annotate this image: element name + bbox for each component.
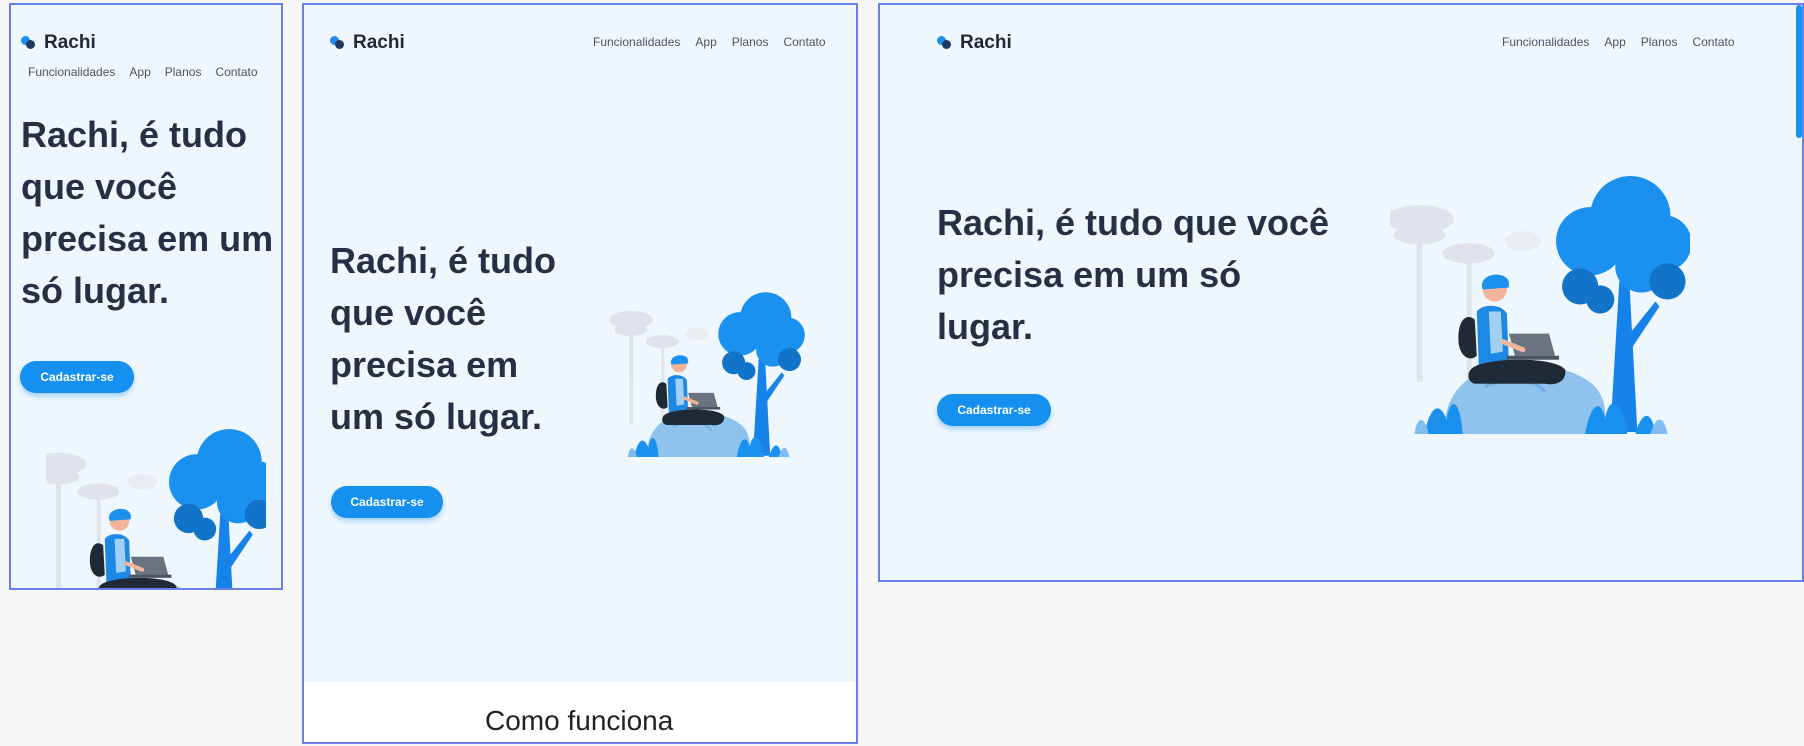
main-nav: Funcionalidades App Planos Contato: [28, 65, 258, 79]
hero-title: Rachi, é tudo que você precisa em um só …: [330, 240, 557, 437]
brand-name: Rachi: [960, 32, 1012, 53]
nav-item-app[interactable]: App: [1604, 35, 1625, 49]
hero-illustration: [1390, 171, 1690, 434]
frame-tab: [888, 3, 914, 5]
hero-title: Rachi, é tudo que você precisa em um só …: [937, 202, 1330, 347]
logo-icon: [330, 35, 346, 51]
hero-illustration: [609, 290, 807, 457]
nav-item-planos[interactable]: Planos: [732, 35, 769, 49]
signup-button[interactable]: Cadastrar-se: [20, 361, 134, 393]
viewport-desktop: Rachi Funcionalidades App Planos Contato…: [878, 3, 1804, 582]
nav-item-funcionalidades[interactable]: Funcionalidades: [593, 35, 680, 49]
frame-tab: [312, 3, 338, 5]
nav-item-app[interactable]: App: [695, 35, 716, 49]
brand-logo[interactable]: Rachi: [937, 32, 1012, 54]
viewport-tablet: Rachi Funcionalidades App Planos Contato…: [302, 3, 858, 744]
hero-title: Rachi, é tudo que você precisa em um só …: [21, 114, 274, 311]
brand-name: Rachi: [353, 32, 405, 53]
signup-button[interactable]: Cadastrar-se: [331, 486, 443, 518]
logo-icon: [937, 35, 953, 51]
nav-item-funcionalidades[interactable]: Funcionalidades: [28, 65, 115, 79]
signup-button[interactable]: Cadastrar-se: [937, 394, 1051, 426]
nav-item-funcionalidades[interactable]: Funcionalidades: [1502, 35, 1589, 49]
brand-name: Rachi: [44, 32, 96, 53]
main-nav: Funcionalidades App Planos Contato: [593, 35, 826, 49]
nav-item-app[interactable]: App: [129, 65, 150, 79]
nav-item-contato[interactable]: Contato: [215, 65, 257, 79]
brand-logo[interactable]: Rachi: [21, 32, 96, 54]
main-nav: Funcionalidades App Planos Contato: [1502, 35, 1735, 49]
hero-illustration: [46, 425, 266, 590]
nav-item-planos[interactable]: Planos: [165, 65, 202, 79]
how-it-works-title: Como funciona: [485, 705, 674, 736]
nav-item-planos[interactable]: Planos: [1641, 35, 1678, 49]
nav-item-contato[interactable]: Contato: [1692, 35, 1734, 49]
nav-item-contato[interactable]: Contato: [783, 35, 825, 49]
page-scrollbar[interactable]: [1796, 5, 1802, 138]
brand-logo[interactable]: Rachi: [330, 32, 405, 54]
frame-tab: [19, 3, 45, 5]
viewport-mobile: Rachi Funcionalidades App Planos Contato…: [9, 3, 283, 590]
logo-icon: [21, 35, 37, 51]
